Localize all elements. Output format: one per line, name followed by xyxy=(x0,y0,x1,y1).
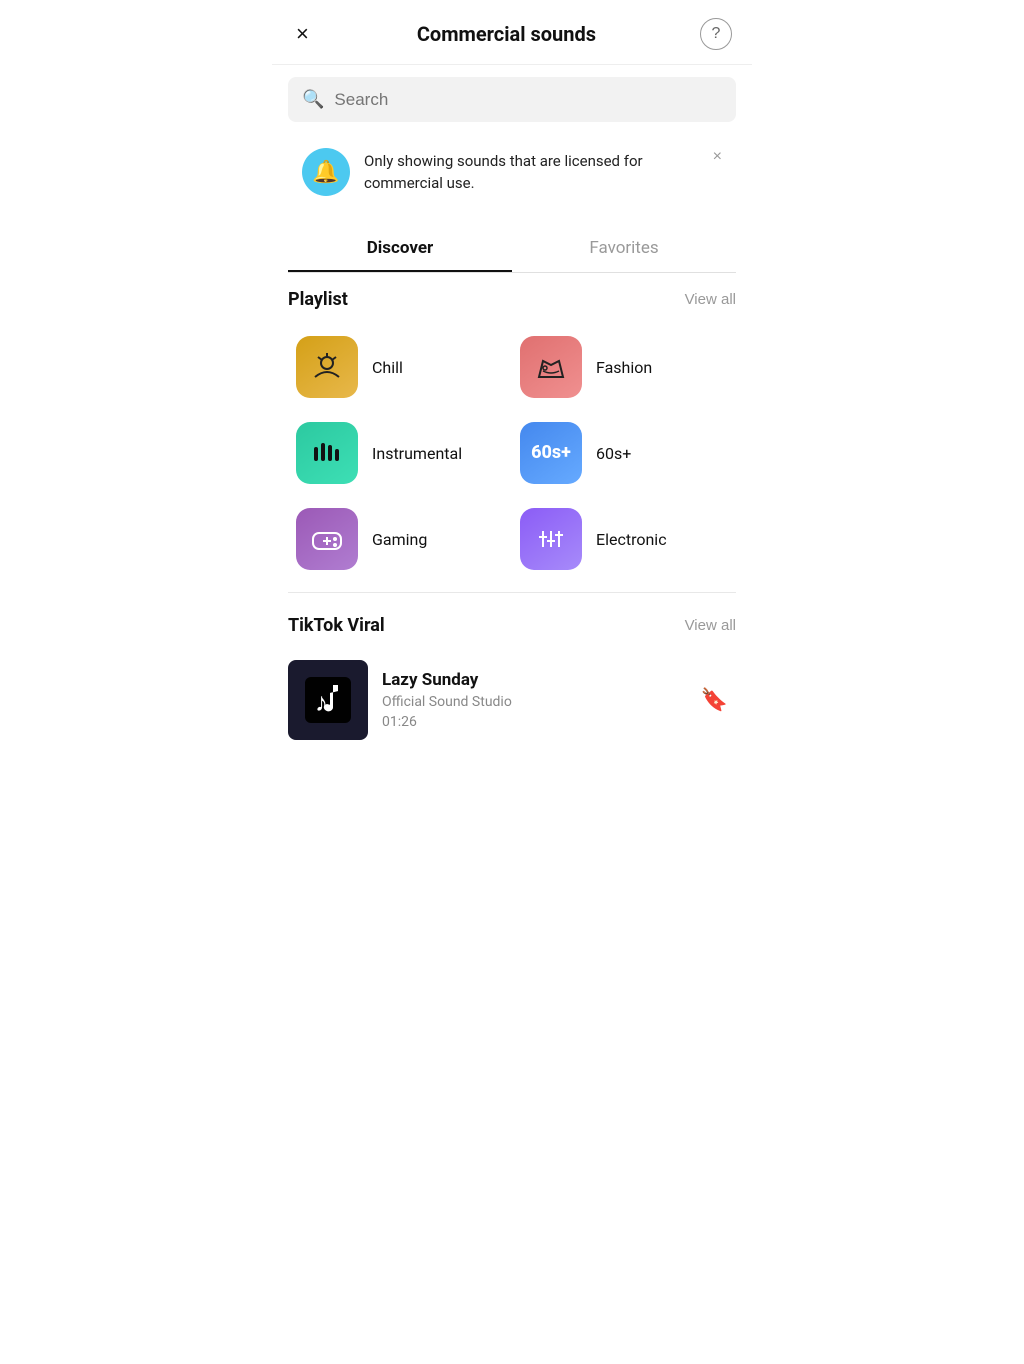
song-item-lazy-sunday[interactable]: ♪ Lazy Sunday Official Sound Studio 01:2… xyxy=(288,650,736,750)
playlist-item-fashion[interactable]: Fashion xyxy=(512,324,736,410)
playlist-view-all-button[interactable]: View all xyxy=(685,291,736,308)
playlist-item-chill[interactable]: Chill xyxy=(288,324,512,410)
bookmark-button[interactable]: 🔖 xyxy=(693,679,736,721)
close-button[interactable]: × xyxy=(292,19,313,49)
playlist-thumb-fashion xyxy=(520,336,582,398)
playlist-item-electronic[interactable]: Electronic xyxy=(512,496,736,582)
song-artist: Official Sound Studio xyxy=(382,694,679,710)
playlist-item-instrumental[interactable]: Instrumental xyxy=(288,410,512,496)
song-duration: 01:26 xyxy=(382,714,679,730)
playlist-item-60s[interactable]: 60s+ 60s+ xyxy=(512,410,736,496)
song-thumbnail: ♪ xyxy=(288,660,368,740)
playlist-name-chill: Chill xyxy=(372,358,403,377)
viral-view-all-button[interactable]: View all xyxy=(685,617,736,634)
help-button[interactable]: ? xyxy=(700,18,732,50)
tabs-container: Discover Favorites xyxy=(288,226,736,273)
header: × Commercial sounds ? xyxy=(272,0,752,65)
playlist-section-header: Playlist View all xyxy=(288,289,736,310)
viral-section-title: TikTok Viral xyxy=(288,615,385,636)
playlist-name-instrumental: Instrumental xyxy=(372,444,462,463)
playlist-thumb-gaming xyxy=(296,508,358,570)
playlist-thumb-chill xyxy=(296,336,358,398)
playlist-section: Playlist View all Chill xyxy=(272,273,752,582)
playlist-thumb-instrumental xyxy=(296,422,358,484)
search-bar: 🔍 xyxy=(288,77,736,122)
playlist-thumb-electronic xyxy=(520,508,582,570)
playlist-section-title: Playlist xyxy=(288,289,348,310)
viral-section-header: TikTok Viral View all xyxy=(288,615,736,636)
search-input[interactable] xyxy=(334,90,722,110)
song-info: Lazy Sunday Official Sound Studio 01:26 xyxy=(382,670,679,730)
svg-text:♪: ♪ xyxy=(315,687,328,717)
section-divider xyxy=(288,592,736,593)
tiktok-logo-icon: ♪ xyxy=(305,677,351,723)
notice-banner: 🔔 Only showing sounds that are licensed … xyxy=(288,134,736,210)
song-title: Lazy Sunday xyxy=(382,670,679,690)
playlist-name-fashion: Fashion xyxy=(596,358,652,377)
notice-icon: 🔔 xyxy=(302,148,350,196)
viral-section: TikTok Viral View all ♪ Lazy Sunday Offi… xyxy=(272,603,752,750)
playlist-item-gaming[interactable]: Gaming xyxy=(288,496,512,582)
page-title: Commercial sounds xyxy=(417,22,596,46)
playlist-name-electronic: Electronic xyxy=(596,530,667,549)
notice-text: Only showing sounds that are licensed fo… xyxy=(364,150,722,195)
playlist-name-gaming: Gaming xyxy=(372,530,427,549)
tab-favorites[interactable]: Favorites xyxy=(512,226,736,272)
playlist-thumb-60s: 60s+ xyxy=(520,422,582,484)
search-icon: 🔍 xyxy=(302,89,324,110)
tab-discover[interactable]: Discover xyxy=(288,226,512,272)
notice-close-button[interactable]: × xyxy=(709,144,726,170)
playlist-grid: Chill Fashion I xyxy=(288,324,736,582)
playlist-name-60s: 60s+ xyxy=(596,444,631,463)
playlist-60s-text: 60s+ xyxy=(531,443,571,463)
